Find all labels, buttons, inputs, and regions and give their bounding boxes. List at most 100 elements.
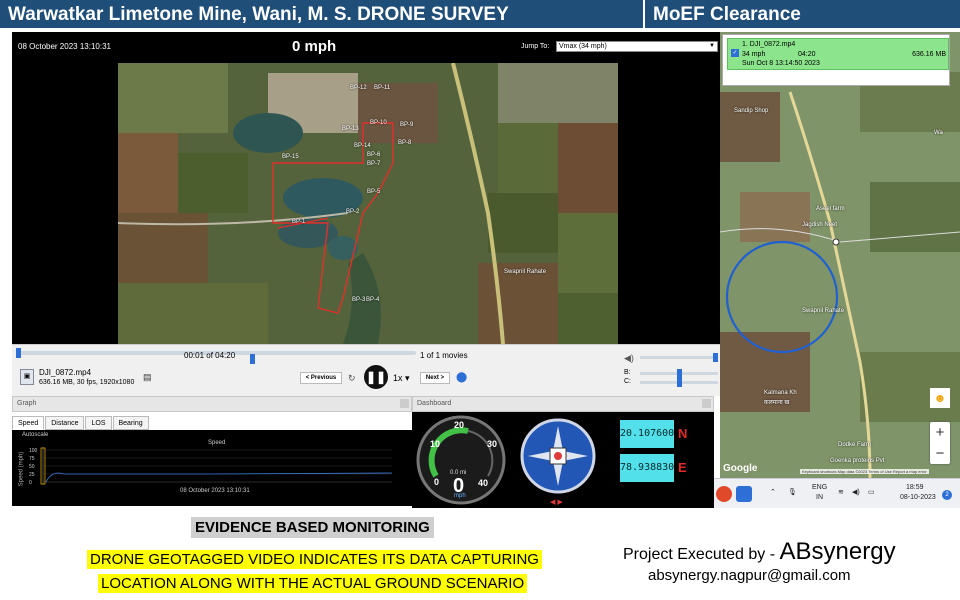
survey-title: Warwatkar Limetone Mine, Wani, M. S. DRO… xyxy=(0,0,645,28)
graph-tabs: Speed Distance LOS Bearing xyxy=(12,416,412,430)
language-label[interactable]: ENG xyxy=(812,484,827,491)
map-label: Sandip Shop xyxy=(734,108,769,114)
google-map[interactable]: Sandip Shop Aseel farm Jagdish Neet Swap… xyxy=(720,32,960,478)
marker-label: BP-10 xyxy=(370,120,387,126)
brightness-slider[interactable] xyxy=(640,369,718,378)
contrast-slider[interactable] xyxy=(640,378,718,387)
clock-date[interactable]: 08-10-2023 xyxy=(900,494,936,501)
movie-date: Sun Oct 8 13:14:50 2023 xyxy=(742,60,820,67)
movie-count: 1 of 1 movies xyxy=(420,351,468,360)
clearance-title: MoEF Clearance xyxy=(653,4,801,25)
chevron-down-icon: ▼ xyxy=(709,43,715,49)
marker-label: BP-5 xyxy=(367,189,381,195)
tab-speed[interactable]: Speed xyxy=(12,416,45,430)
jump-to-value: Vmax (34 mph) xyxy=(559,43,607,50)
rewind-icon[interactable]: ↻ xyxy=(348,373,356,384)
contrast-thumb[interactable] xyxy=(677,378,682,387)
zoom-in-button[interactable]: + xyxy=(930,422,950,443)
marker-label: BP-8 xyxy=(398,140,412,146)
marker-label: BP-11 xyxy=(374,85,391,91)
caption-line-1: DRONE GEOTAGGED VIDEO INDICATES ITS DATA… xyxy=(87,550,542,569)
contact-email: absynergy.nagpur@gmail.com xyxy=(648,567,851,584)
next-button[interactable]: Next > xyxy=(420,372,450,384)
brightness-label: B: xyxy=(624,369,631,376)
windows-taskbar: ⌃ 🎙 ENG IN ≋ ◀) ▭ 18:59 08-10-2023 2 xyxy=(714,478,960,508)
video-player: 08 October 2023 13:10:31 0 mph Jump To: … xyxy=(12,32,720,344)
caption-line-2: LOCATION ALONG WITH THE ACTUAL GROUND SC… xyxy=(98,574,528,593)
graph-header-label: Graph xyxy=(17,400,37,407)
volume-thumb[interactable] xyxy=(713,353,718,362)
jump-to-select[interactable]: Vmax (34 mph) ▼ xyxy=(556,41,718,52)
close-icon[interactable] xyxy=(400,399,409,408)
graph-date: 08 October 2023 13:10:31 xyxy=(180,488,250,494)
marker-label: BP-13 xyxy=(342,126,359,132)
marker-label: BP-9 xyxy=(400,122,414,128)
latitude-direction: N xyxy=(678,426,688,441)
language-region: IN xyxy=(816,494,823,501)
tab-los[interactable]: LOS xyxy=(85,416,112,430)
seek-marker[interactable] xyxy=(250,354,255,364)
company-name: ABsynergy xyxy=(779,538,896,565)
map-label: Jagdish Neet xyxy=(802,222,838,228)
dashboard-header: Dashboard xyxy=(412,396,714,412)
gauge-tick: 0 xyxy=(434,477,440,487)
marker-label: BP-6 xyxy=(367,152,381,158)
chevron-up-icon[interactable]: ⌃ xyxy=(770,488,776,496)
volume-icon[interactable]: ◀) xyxy=(624,353,634,364)
marker-label: BP-3 xyxy=(352,297,366,303)
ytick-labels: 100 75 50 25 0 xyxy=(29,447,37,487)
battery-icon[interactable]: ▭ xyxy=(868,488,875,496)
checkbox-icon[interactable]: ✓ xyxy=(731,49,739,57)
map-label: Aseel farm xyxy=(816,206,845,212)
movie-size: 636.16 MB xyxy=(912,51,946,58)
latitude-display: 20.107600 xyxy=(620,420,674,448)
zoom-out-button[interactable]: − xyxy=(930,443,950,464)
microphone-icon[interactable]: 🎙 xyxy=(788,488,797,496)
pause-button[interactable]: ❚❚ xyxy=(364,365,388,389)
gauge-tick: 20 xyxy=(454,420,465,430)
speaker-icon[interactable]: ◀) xyxy=(852,488,860,496)
app-icon[interactable] xyxy=(736,486,752,502)
zoom-controls: + − xyxy=(930,422,950,464)
close-icon[interactable] xyxy=(702,399,711,408)
gauge-tick: 10 xyxy=(430,439,441,449)
save-icon[interactable]: ▤ xyxy=(143,372,152,383)
volume-slider[interactable] xyxy=(640,353,718,362)
movie-name: 1. DJI_0872.mp4 xyxy=(742,41,796,48)
seek-thumb[interactable] xyxy=(16,348,21,358)
file-name: DJI_0872.mp4 xyxy=(39,368,92,377)
dashboard-header-label: Dashboard xyxy=(417,400,452,407)
movie-list-item[interactable]: ✓ 1. DJI_0872.mp4 34 mph 04:20 636.16 MB… xyxy=(727,38,949,70)
ytick: 0 xyxy=(29,480,32,486)
tab-distance[interactable]: Distance xyxy=(45,416,85,430)
movie-speed: 34 mph xyxy=(742,51,766,58)
longitude-display: 78.938830 xyxy=(620,454,674,482)
clock-time[interactable]: 18:59 xyxy=(906,484,924,491)
app-icon[interactable] xyxy=(716,486,732,502)
drone-compass-icon xyxy=(520,418,596,494)
ytick: 100 xyxy=(29,448,38,454)
speed-multiplier[interactable]: 1x ▾ xyxy=(393,373,410,384)
map-label: Kalmana Kh xyxy=(764,390,797,396)
map-label: Goenka proteins Pvt xyxy=(830,458,885,464)
previous-button[interactable]: < Previous xyxy=(300,372,342,384)
gauge-tick: 30 xyxy=(487,439,498,449)
ytick: 25 xyxy=(29,472,35,478)
map-attribution[interactable]: Keyboard shortcuts Map data ©2023 Terms … xyxy=(800,469,929,474)
movie-duration: 04:20 xyxy=(798,51,816,58)
brightness-thumb[interactable] xyxy=(677,369,682,378)
notification-badge[interactable]: 2 xyxy=(942,490,952,500)
pegman-icon[interactable]: ☻ xyxy=(930,388,950,408)
contrast-label: C: xyxy=(624,378,631,385)
wifi-icon[interactable]: ≋ xyxy=(838,488,844,496)
location-pin-icon[interactable]: ⬤ xyxy=(456,372,467,383)
map-label: Swapnil Rahate xyxy=(802,308,845,314)
project-prefix: Project Executed by - xyxy=(623,546,780,563)
speed-readout: 0 mph xyxy=(292,38,337,55)
tab-bearing[interactable]: Bearing xyxy=(112,416,149,430)
ytick: 50 xyxy=(29,464,35,470)
speed-graph: Autoscale Speed Speed (mph) 100 75 50 25… xyxy=(12,430,412,506)
speed-plot xyxy=(40,447,393,485)
rotate-arrows-icon: ◀ ▶ xyxy=(550,499,563,506)
dashboard-panel: 0 10 20 30 40 0.0 mi 0 mph ◀ ▶ 20.107600… xyxy=(412,412,714,508)
